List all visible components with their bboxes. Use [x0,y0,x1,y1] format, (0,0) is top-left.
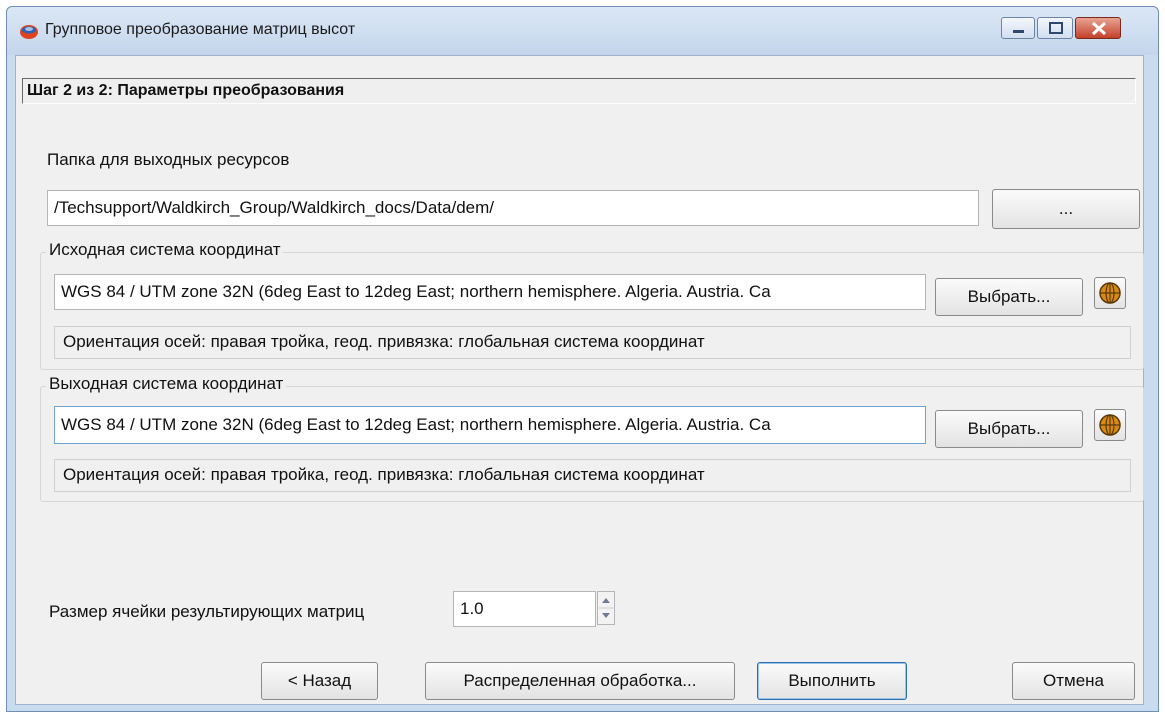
browse-folder-button[interactable]: ... [992,189,1140,229]
step-header: Шаг 2 из 2: Параметры преобразования [22,78,1136,104]
cell-size-input[interactable]: 1.0 [453,591,596,627]
source-cs-select-button[interactable]: Выбрать... [935,278,1083,316]
maximize-button[interactable] [1037,17,1073,39]
minimize-icon [1013,30,1024,33]
cancel-button[interactable]: Отмена [1012,662,1135,700]
globe-icon [1099,282,1121,304]
output-folder-input[interactable]: /Techsupport/Waldkirch_Group/Waldkirch_d… [47,190,979,226]
globe-icon [1099,414,1121,436]
cell-size-label: Размер ячейки результирующих матриц [49,602,365,621]
cell-size-spinner[interactable] [597,591,615,625]
source-cs-input[interactable]: WGS 84 / UTM zone 32N (6deg East to 12de… [54,274,926,310]
output-cs-globe-button[interactable] [1094,409,1126,441]
dialog-window: Групповое преобразование матриц высот Ша… [6,6,1159,712]
distributed-processing-button[interactable]: Распределенная обработка... [425,662,735,700]
source-cs-globe-button[interactable] [1094,277,1126,309]
maximize-icon [1049,22,1063,34]
app-logo-icon [20,25,38,39]
minimize-button[interactable] [1001,17,1035,39]
execute-button[interactable]: Выполнить [757,662,907,700]
output-cs-select-button[interactable]: Выбрать... [935,410,1083,448]
title-bar[interactable]: Групповое преобразование матриц высот [7,7,1158,55]
output-cs-orientation: Ориентация осей: правая тройка, геод. пр… [54,459,1131,492]
back-button[interactable]: < Назад [261,662,378,700]
dialog-body: Шаг 2 из 2: Параметры преобразования Пап… [15,55,1144,705]
output-cs-title: Выходная система координат [46,374,287,394]
output-cs-input[interactable]: WGS 84 / UTM zone 32N (6deg East to 12de… [54,406,926,444]
window-title: Групповое преобразование матриц высот [45,21,356,38]
close-icon [1091,21,1107,36]
source-cs-orientation: Ориентация осей: правая тройка, геод. пр… [54,326,1131,359]
spinner-arrows-icon [599,598,613,618]
output-folder-label: Папка для выходных ресурсов [47,150,290,169]
source-cs-title: Исходная система координат [46,240,284,260]
close-button[interactable] [1075,17,1121,39]
